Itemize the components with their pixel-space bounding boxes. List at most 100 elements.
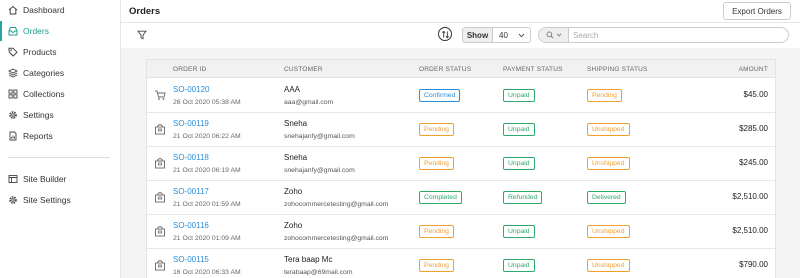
page-title: Orders	[129, 6, 161, 17]
shipping-status-badge: Pending	[587, 89, 622, 102]
column-header-order-id[interactable]: ORDER ID	[173, 66, 206, 73]
order-date: 21 Oct 2020 01:09 AM	[173, 235, 241, 242]
customer-email: aaa@gmail.com	[284, 99, 334, 106]
customer-name: Zoho	[284, 187, 303, 196]
order-id-link[interactable]: SO-00116	[173, 221, 209, 230]
filter-icon[interactable]	[137, 30, 147, 40]
sort-toggle-button[interactable]	[438, 27, 452, 41]
grid-icon	[8, 89, 18, 99]
shopping-bag-icon	[154, 259, 166, 271]
sidebar-divider	[8, 157, 110, 158]
toolbar: Show 40	[121, 24, 800, 48]
order-date: 21 Oct 2020 06:22 AM	[173, 133, 241, 140]
page-size-select[interactable]: 40	[493, 28, 530, 42]
sidebar-item-site-settings[interactable]: Site Settings	[0, 190, 120, 210]
site-builder-icon	[8, 174, 18, 184]
table-row[interactable]: SO-00120 26 Oct 2020 05:38 AM AAA aaa@gmail…	[147, 79, 775, 113]
table-header: ORDER ID CUSTOMER ORDER STATUS PAYMENT S…	[147, 60, 775, 78]
table-row[interactable]: SO-00119 21 Oct 2020 06:22 AM Sneha snehaja…	[147, 113, 775, 147]
home-icon	[8, 5, 18, 15]
content-area: ORDER ID CUSTOMER ORDER STATUS PAYMENT S…	[121, 48, 800, 278]
search-input[interactable]	[569, 28, 788, 42]
sidebar-item-label: Site Settings	[23, 195, 71, 205]
order-id-link[interactable]: SO-00120	[173, 85, 209, 94]
column-header-order-status[interactable]: ORDER STATUS	[419, 66, 471, 73]
column-header-payment-status[interactable]: PAYMENT STATUS	[503, 66, 563, 73]
sort-arrows-icon	[441, 30, 449, 38]
shipping-status-badge: Unshipped	[587, 225, 630, 238]
order-status-badge: Pending	[419, 259, 454, 272]
table-row[interactable]: SO-00115 16 Oct 2020 06:33 AM Tera baap Mc…	[147, 249, 775, 278]
sidebar-item-collections[interactable]: Collections	[0, 84, 120, 104]
export-orders-button[interactable]: Export Orders	[723, 2, 791, 20]
shipping-status-badge: Unshipped	[587, 259, 630, 272]
cart-icon	[154, 89, 166, 101]
order-id-link[interactable]: SO-00118	[173, 153, 209, 162]
customer-email: zohocommercetesting@gmail.com	[284, 235, 389, 242]
order-amount: $790.00	[739, 260, 768, 269]
payment-status-badge: Refunded	[503, 191, 543, 204]
chevron-down-icon	[518, 33, 525, 38]
sidebar-item-site-builder[interactable]: Site Builder	[0, 169, 120, 189]
order-date: 21 Oct 2020 01:59 AM	[173, 201, 241, 208]
search-scope-dropdown[interactable]	[539, 28, 569, 42]
order-id-link[interactable]: SO-00117	[173, 187, 209, 196]
report-icon	[8, 131, 18, 141]
customer-name: Zoho	[284, 221, 303, 230]
order-id-link[interactable]: SO-00115	[173, 255, 209, 264]
sidebar-item-label: Orders	[23, 26, 49, 36]
shipping-status-badge: Unshipped	[587, 123, 630, 136]
search-bar	[538, 27, 789, 43]
sidebar-item-label: Products	[23, 47, 57, 57]
column-header-shipping-status[interactable]: SHIPPING STATUS	[587, 66, 648, 73]
order-amount: $285.00	[739, 124, 768, 133]
column-header-amount[interactable]: AMOUNT	[739, 66, 768, 73]
gear-icon	[8, 110, 18, 120]
sidebar-item-products[interactable]: Products	[0, 42, 120, 62]
order-date: 16 Oct 2020 06:33 AM	[173, 269, 241, 276]
sidebar-item-label: Collections	[23, 89, 65, 99]
sidebar-item-label: Dashboard	[23, 5, 65, 15]
order-amount: $45.00	[743, 90, 768, 99]
page-size-control: Show 40	[462, 27, 531, 43]
shipping-status-badge: Delivered	[587, 191, 626, 204]
order-amount: $2,510.00	[732, 226, 768, 235]
sidebar-item-settings[interactable]: Settings	[0, 105, 120, 125]
shopping-bag-icon	[154, 191, 166, 203]
sidebar-item-label: Settings	[23, 110, 54, 120]
payment-status-badge: Unpaid	[503, 259, 535, 272]
table-row[interactable]: SO-00116 21 Oct 2020 01:09 AM Zoho zohocomm…	[147, 215, 775, 249]
chevron-down-icon	[556, 33, 561, 37]
shipping-status-badge: Unshipped	[587, 157, 630, 170]
show-label: Show	[463, 28, 493, 42]
sidebar-item-label: Site Builder	[23, 174, 67, 184]
customer-email: terabaap@69mail.com	[284, 269, 353, 276]
tag-icon	[8, 47, 18, 57]
payment-status-badge: Unpaid	[503, 89, 535, 102]
customer-email: snehajanfy@gmail.com	[284, 167, 355, 174]
site-settings-icon	[8, 195, 18, 205]
order-status-badge: Pending	[419, 157, 454, 170]
order-status-badge: Confirmed	[419, 89, 461, 102]
page-header: Orders Export Orders	[121, 0, 800, 23]
customer-email: zohocommercetesting@gmail.com	[284, 201, 389, 208]
order-date: 21 Oct 2020 06:19 AM	[173, 167, 241, 174]
search-icon	[546, 31, 554, 39]
orders-table: ORDER ID CUSTOMER ORDER STATUS PAYMENT S…	[146, 59, 776, 278]
sidebar-item-orders[interactable]: Orders	[0, 21, 120, 41]
table-row[interactable]: SO-00118 21 Oct 2020 06:19 AM Sneha snehaja…	[147, 147, 775, 181]
customer-name: Sneha	[284, 153, 308, 162]
sidebar-item-label: Reports	[23, 131, 53, 141]
column-header-customer[interactable]: CUSTOMER	[284, 66, 323, 73]
sidebar-item-categories[interactable]: Categories	[0, 63, 120, 83]
order-status-badge: Completed	[419, 191, 462, 204]
shopping-bag-icon	[154, 225, 166, 237]
sidebar-item-dashboard[interactable]: Dashboard	[0, 0, 120, 20]
sidebar-item-reports[interactable]: Reports	[0, 126, 120, 146]
inbox-icon	[8, 26, 18, 36]
order-id-link[interactable]: SO-00119	[173, 119, 209, 128]
table-row[interactable]: SO-00117 21 Oct 2020 01:59 AM Zoho zohocomm…	[147, 181, 775, 215]
sidebar: Dashboard Orders Products Categories Col…	[0, 0, 121, 278]
order-status-badge: Pending	[419, 123, 454, 136]
payment-status-badge: Unpaid	[503, 157, 535, 170]
